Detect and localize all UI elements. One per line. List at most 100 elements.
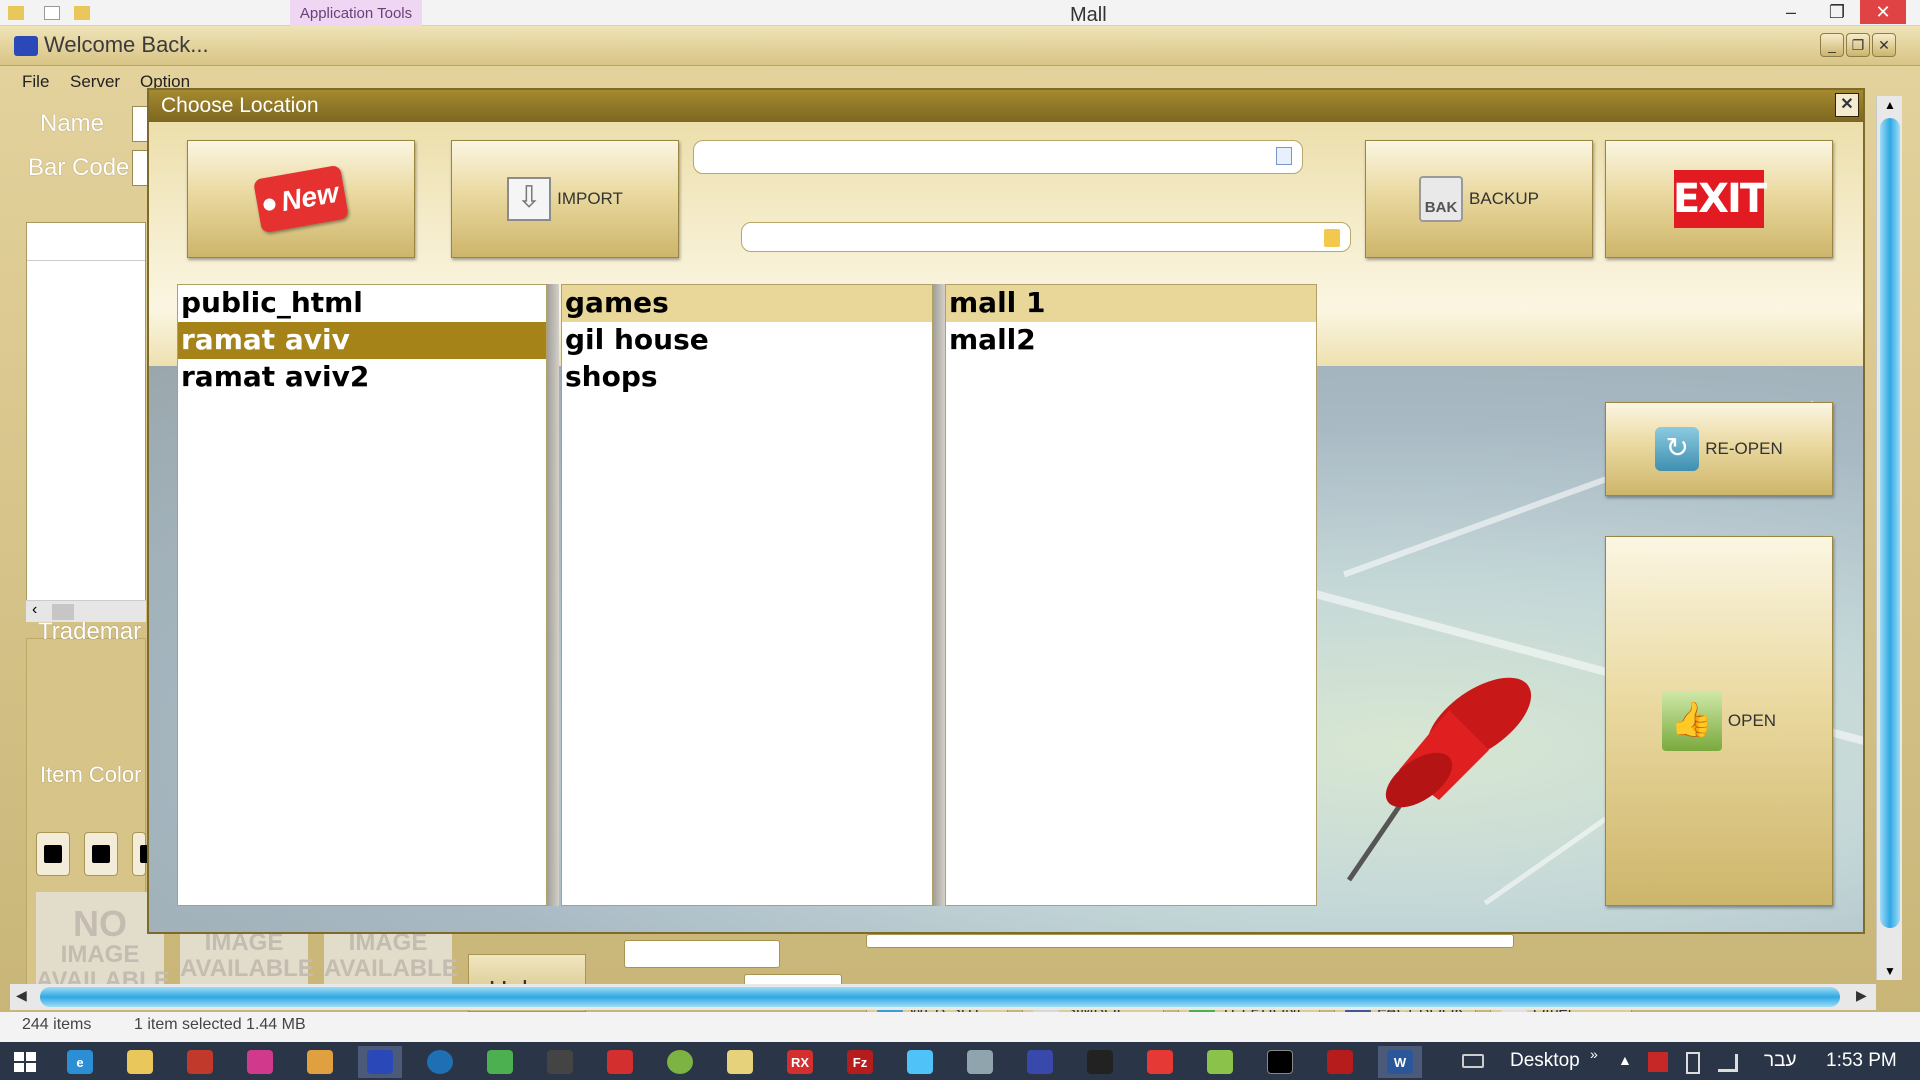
- scroll-right-icon[interactable]: ▶: [1856, 987, 1867, 1004]
- list-item[interactable]: ramat aviv2: [178, 359, 546, 396]
- filezilla-icon[interactable]: Fz: [838, 1046, 882, 1078]
- status-item-count: 244 items: [22, 1016, 92, 1033]
- scroll-left-icon[interactable]: ◀: [16, 987, 27, 1004]
- scroll-down-icon[interactable]: ▼: [1884, 964, 1896, 978]
- image-line3: AVAILABLE: [180, 955, 314, 982]
- folder-icon[interactable]: [8, 6, 24, 20]
- keyboard-icon[interactable]: [1462, 1054, 1484, 1068]
- app-icon[interactable]: [1018, 1046, 1062, 1078]
- list-item-highlighted[interactable]: mall 1: [946, 285, 1316, 322]
- import-button[interactable]: ⇩ IMPORT: [451, 140, 679, 258]
- item-list[interactable]: [26, 222, 146, 622]
- new-label: New: [278, 176, 341, 218]
- reopen-button[interactable]: ↻ RE-OPEN: [1605, 402, 1833, 496]
- app-icon[interactable]: [898, 1046, 942, 1078]
- color-swatch[interactable]: [132, 832, 158, 876]
- main-window-titlebar: Welcome Back... _ ❐ ✕: [0, 26, 1920, 66]
- flag-icon[interactable]: [1648, 1052, 1668, 1072]
- tools-icon[interactable]: [1198, 1046, 1242, 1078]
- terminal-icon[interactable]: [1258, 1046, 1302, 1078]
- list-item-highlighted[interactable]: games: [562, 285, 932, 322]
- menu-server[interactable]: Server: [70, 72, 120, 92]
- windows-start-icon[interactable]: [14, 1052, 36, 1072]
- horizontal-scroll-thumb[interactable]: [40, 987, 1840, 1007]
- bottom-input[interactable]: [866, 934, 1514, 948]
- rx-icon[interactable]: RX: [778, 1046, 822, 1078]
- toolbar-expand-icon[interactable]: »: [1590, 1046, 1598, 1062]
- list-item[interactable]: gil house: [562, 322, 932, 359]
- open-button[interactable]: 👍 OPEN: [1605, 536, 1833, 906]
- trademark-label: Trademar: [38, 618, 142, 645]
- explorer-titlebar: Application Tools Mall – ❐ ✕: [0, 0, 1920, 26]
- backup-button[interactable]: BAK BACKUP: [1365, 140, 1593, 258]
- exit-button[interactable]: EXIT: [1605, 140, 1833, 258]
- app-icon[interactable]: [178, 1046, 222, 1078]
- language-indicator[interactable]: עבר: [1764, 1050, 1797, 1072]
- status-bar: 244 items 1 item selected 1.44 MB: [0, 1012, 1920, 1042]
- app-icon[interactable]: [298, 1046, 342, 1078]
- acrobat-icon[interactable]: [1318, 1046, 1362, 1078]
- restore-button[interactable]: ❐: [1814, 0, 1860, 24]
- word-icon[interactable]: W: [1378, 1046, 1422, 1078]
- file-path-input[interactable]: [693, 140, 1303, 174]
- clock[interactable]: 1:53 PM: [1826, 1050, 1897, 1072]
- folder-icon[interactable]: [1324, 229, 1340, 247]
- scroll-up-icon[interactable]: ▲: [1884, 98, 1896, 112]
- app-icon[interactable]: [1078, 1046, 1122, 1078]
- main-minimize-button[interactable]: _: [1820, 33, 1844, 57]
- list-divider: [933, 284, 945, 906]
- desktop-toolbar[interactable]: Desktop: [1510, 1050, 1580, 1072]
- list-item[interactable]: shops: [562, 359, 932, 396]
- close-button[interactable]: ✕: [1860, 0, 1906, 24]
- tray-chevron-icon[interactable]: ▲: [1618, 1052, 1632, 1068]
- list-item[interactable]: public_html: [178, 285, 546, 322]
- vertical-scroll-thumb[interactable]: [1880, 118, 1900, 928]
- app-icon[interactable]: [538, 1046, 582, 1078]
- menu-file[interactable]: File: [22, 72, 49, 92]
- exit-icon: EXIT: [1673, 170, 1767, 228]
- location-list-2[interactable]: games gil house shops: [561, 284, 933, 906]
- thumbs-up-icon: 👍: [1661, 691, 1722, 751]
- list-item-selected[interactable]: ramat aviv: [178, 322, 546, 359]
- choose-location-dialog: Choose Location ✕ New ⇩ IMPORT BAK BACKU…: [147, 88, 1865, 934]
- list-divider: [547, 284, 559, 906]
- import-label: IMPORT: [557, 189, 623, 208]
- location-list-3[interactable]: mall 1 mall2: [945, 284, 1317, 906]
- new-button[interactable]: New: [187, 140, 415, 258]
- app-icon[interactable]: [598, 1046, 642, 1078]
- horizontal-scrollbar[interactable]: ◀ ▶: [10, 984, 1876, 1010]
- app-icon[interactable]: [238, 1046, 282, 1078]
- dialog-title: Choose Location: [161, 94, 319, 117]
- folder-icon[interactable]: [74, 6, 90, 20]
- app-icon[interactable]: [958, 1046, 1002, 1078]
- app-icon: [14, 36, 38, 56]
- barcode-label: Bar Code: [28, 154, 130, 181]
- main-restore-button[interactable]: ❐: [1846, 33, 1870, 57]
- app-icon[interactable]: [478, 1046, 522, 1078]
- app-icon[interactable]: [718, 1046, 762, 1078]
- android-studio-icon[interactable]: [658, 1046, 702, 1078]
- file-explorer-icon[interactable]: [118, 1046, 162, 1078]
- color-swatch[interactable]: [84, 832, 118, 876]
- scroll-left-icon[interactable]: ‹: [32, 601, 37, 619]
- dialog-close-button[interactable]: ✕: [1835, 93, 1859, 117]
- new-badge-icon: New: [252, 164, 350, 234]
- color-swatch[interactable]: [36, 832, 70, 876]
- bottom-input[interactable]: [624, 940, 780, 968]
- location-list-1[interactable]: public_html ramat aviv ramat aviv2: [177, 284, 547, 906]
- signal-icon[interactable]: [1718, 1054, 1738, 1072]
- app-icon[interactable]: [1138, 1046, 1182, 1078]
- folder-path-input[interactable]: [741, 222, 1351, 252]
- search-icon[interactable]: [418, 1046, 462, 1078]
- mall-app-icon[interactable]: [358, 1046, 402, 1078]
- file-icon[interactable]: [1276, 147, 1292, 165]
- vertical-scrollbar[interactable]: ▲ ▼: [1876, 96, 1902, 980]
- list-item[interactable]: mall2: [946, 322, 1316, 359]
- battery-icon[interactable]: [1686, 1052, 1700, 1074]
- minimize-button[interactable]: –: [1768, 0, 1814, 24]
- new-document-icon[interactable]: [44, 6, 60, 20]
- application-tools-tab[interactable]: Application Tools: [290, 0, 422, 26]
- ie-icon[interactable]: e: [58, 1046, 102, 1078]
- main-close-button[interactable]: ✕: [1872, 33, 1896, 57]
- backup-label: BACKUP: [1469, 189, 1539, 208]
